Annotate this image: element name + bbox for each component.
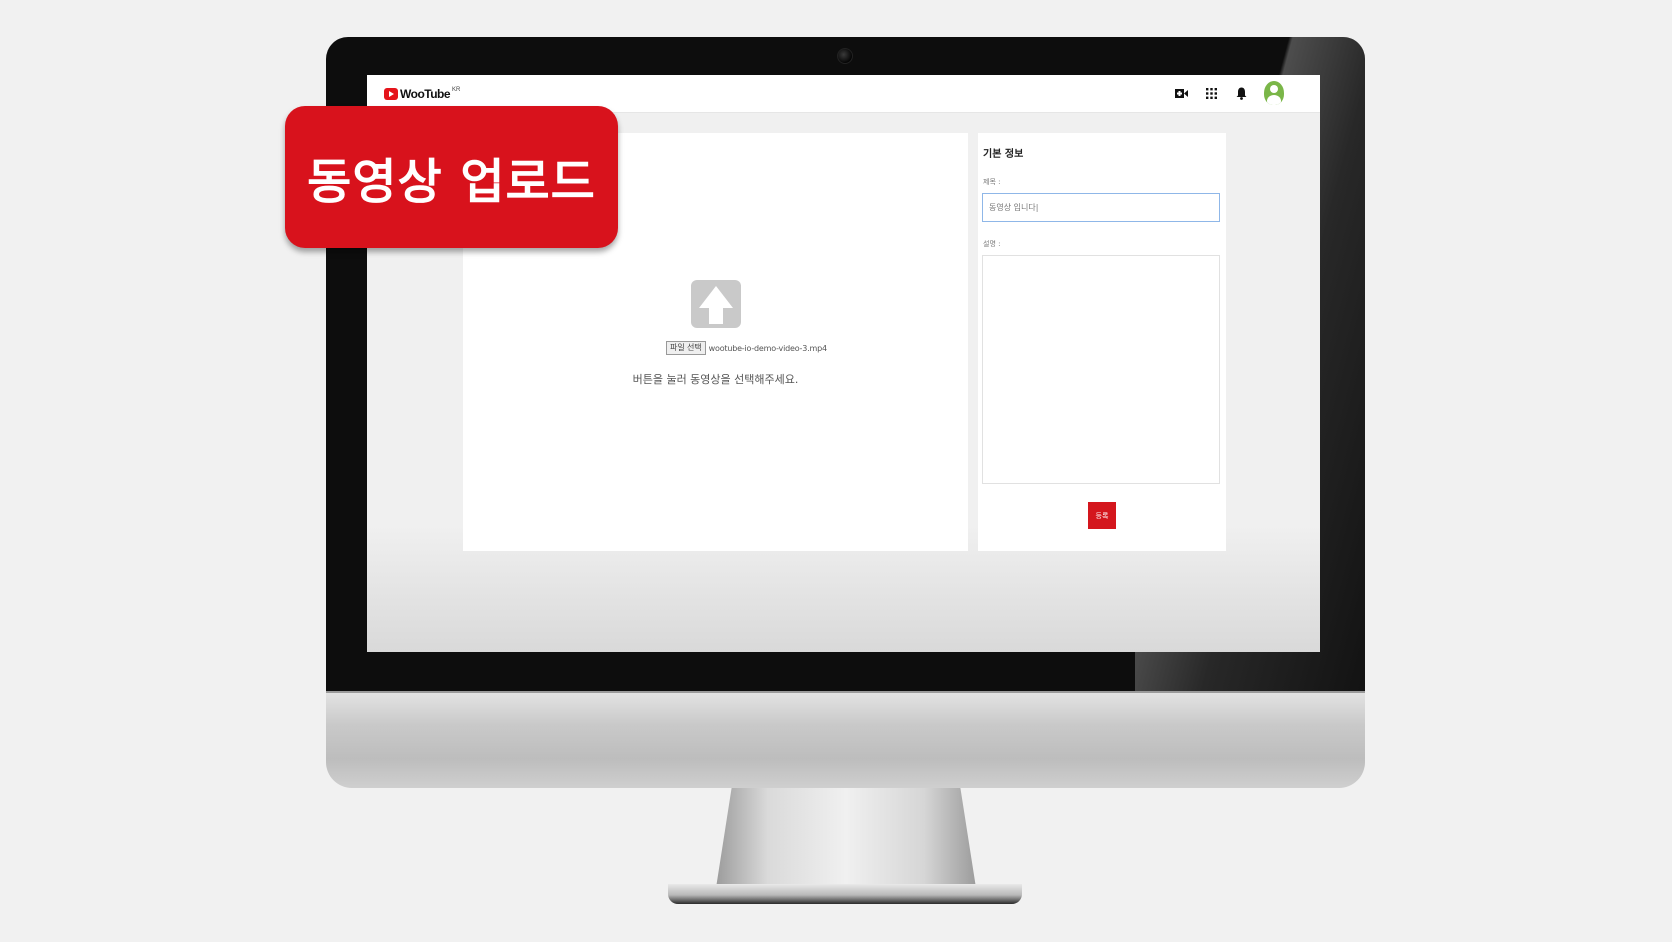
video-add-icon[interactable] <box>1174 86 1188 100</box>
basic-info-panel: 기본 정보 제목 : 설명 : 등록 <box>978 133 1226 551</box>
play-logo-icon <box>384 88 398 100</box>
apps-grid-icon[interactable] <box>1204 86 1218 100</box>
monitor-base <box>668 884 1022 904</box>
avatar[interactable] <box>1264 81 1284 105</box>
title-input[interactable] <box>982 193 1220 222</box>
monitor-chin <box>326 691 1365 788</box>
monitor-stand <box>716 788 976 888</box>
choose-file-button[interactable]: 파일 선택 <box>666 341 706 355</box>
webcam <box>837 48 853 64</box>
wootube-logo[interactable]: WooTube KR <box>384 86 460 104</box>
description-textarea[interactable] <box>982 255 1220 484</box>
stage: WooTube KR 파일 선택 wootube-io-demo-video-3… <box>0 0 1672 942</box>
selected-file-name: wootube-io-demo-video-3.mp4 <box>708 343 827 353</box>
file-picker: 파일 선택 wootube-io-demo-video-3.mp4 <box>666 341 827 355</box>
upload-arrow-icon <box>691 280 741 328</box>
logo-region: KR <box>452 87 461 93</box>
bell-icon[interactable] <box>1234 86 1248 100</box>
logo-text: WooTube <box>400 87 451 101</box>
callout-label: 동영상 업로드 <box>307 154 596 210</box>
title-label: 제목 : <box>983 178 1001 186</box>
section-title: 기본 정보 <box>983 149 1024 160</box>
header-actions <box>1174 81 1284 105</box>
description-label: 설명 : <box>983 240 1001 248</box>
feature-callout-badge: 동영상 업로드 <box>285 106 618 248</box>
upload-hint: 버튼을 눌러 동영상을 선택해주세요. <box>632 373 799 386</box>
submit-button[interactable]: 등록 <box>1088 502 1116 529</box>
